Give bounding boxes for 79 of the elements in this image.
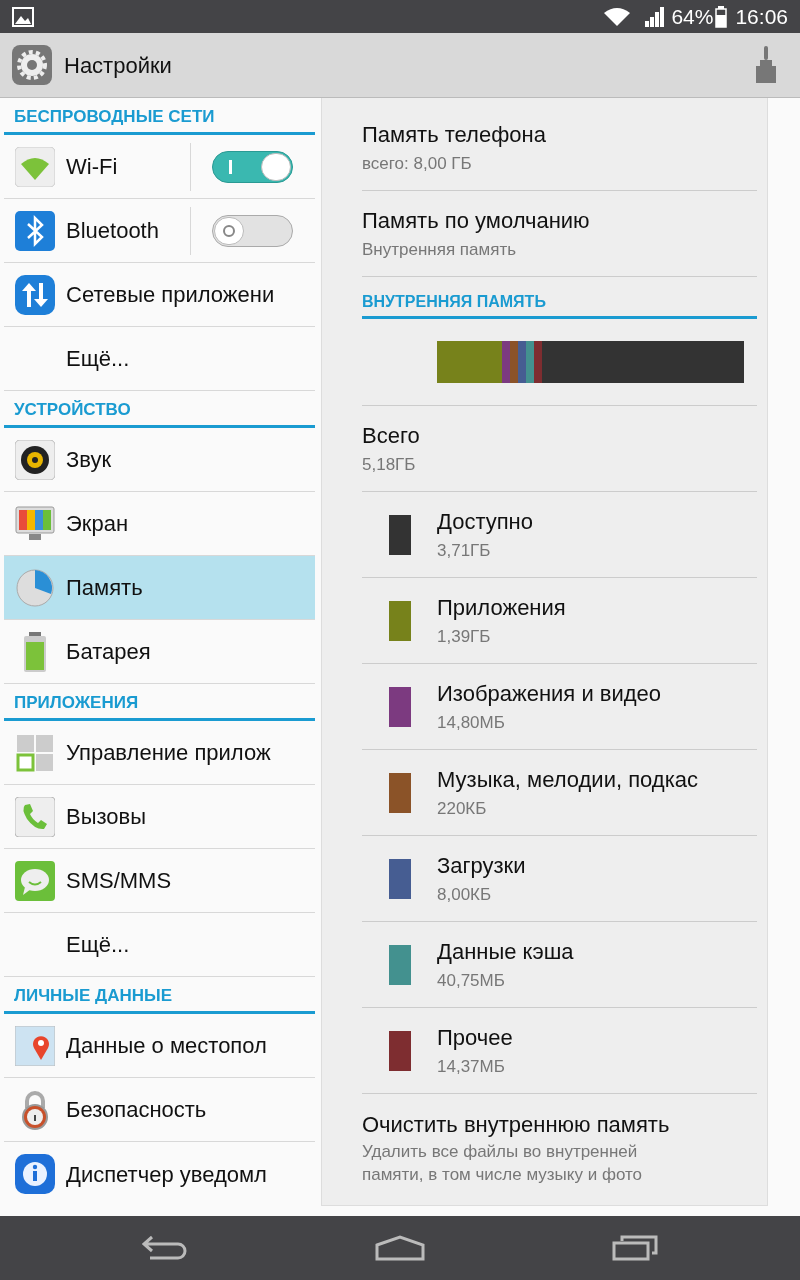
section-header: ПРИЛОЖЕНИЯ bbox=[4, 684, 315, 721]
brush-icon[interactable] bbox=[754, 46, 778, 84]
category-size: 220КБ bbox=[437, 798, 488, 821]
map-pin-icon bbox=[15, 1025, 55, 1066]
toggle-switch[interactable] bbox=[212, 214, 293, 247]
chat-icon bbox=[15, 860, 55, 901]
item-label: Батарея bbox=[66, 638, 151, 666]
category-name: Прочее bbox=[437, 1024, 513, 1053]
settings-item[interactable]: Bluetooth bbox=[4, 199, 315, 263]
section-header: УСТРОЙСТВО bbox=[4, 391, 315, 428]
item-label: Диспетчер уведомл bbox=[66, 1160, 267, 1189]
image-icon bbox=[12, 6, 34, 27]
settings-item[interactable]: Вызовы bbox=[4, 785, 315, 849]
category-size: 3,71ГБ bbox=[437, 540, 492, 563]
arrows-icon bbox=[15, 274, 55, 315]
item-label: Ещё... bbox=[66, 931, 130, 959]
item-label: Вызовы bbox=[66, 803, 147, 831]
home-icon[interactable] bbox=[375, 1235, 425, 1261]
setting-summary: всего: 8,00 ГБ bbox=[362, 153, 473, 176]
wifi-icon bbox=[603, 6, 632, 27]
section-header: ЛИЧНЫЕ ДАННЫЕ bbox=[4, 977, 315, 1014]
battery-icon bbox=[715, 5, 728, 28]
settings-item[interactable]: Батарея bbox=[4, 620, 315, 684]
item-label: Память bbox=[66, 574, 143, 602]
item-label: Экран bbox=[66, 510, 129, 538]
settings-item[interactable]: Ещё... bbox=[4, 327, 315, 391]
section-header: ВНУТРЕННЯЯ ПАМЯТЬ bbox=[362, 277, 757, 319]
item-label: Управление прилож bbox=[66, 739, 271, 767]
toggle-switch[interactable] bbox=[212, 150, 293, 183]
category-name: Музыка, мелодии, подкас bbox=[437, 766, 698, 795]
info-icon bbox=[15, 1154, 55, 1194]
settings-item[interactable]: Сетевые приложени bbox=[4, 263, 315, 327]
clock: 16:06 bbox=[735, 3, 788, 30]
item-label: Звук bbox=[66, 446, 112, 474]
settings-icon bbox=[12, 45, 52, 85]
item-label: Wi-Fi bbox=[66, 153, 118, 181]
wifi-icon bbox=[15, 146, 55, 187]
pie-chart-icon bbox=[15, 567, 55, 608]
settings-item[interactable]: Безопасность bbox=[4, 1078, 315, 1142]
setting-title: Память по умолчанию bbox=[362, 207, 591, 236]
category-size: 40,75МБ bbox=[437, 970, 506, 993]
category-name: Загрузки bbox=[437, 852, 526, 881]
setting-title: Память телефона bbox=[362, 121, 547, 150]
category-name: Изображения и видео bbox=[437, 680, 662, 709]
back-icon[interactable] bbox=[141, 1235, 188, 1261]
speaker-icon bbox=[15, 439, 55, 480]
item-label: Bluetooth bbox=[66, 217, 159, 245]
app-title: Настройки bbox=[64, 51, 172, 80]
category-size: 14,37МБ bbox=[437, 1056, 506, 1079]
settings-item[interactable]: SMS/MMS bbox=[4, 849, 315, 913]
item-label: Безопасность bbox=[66, 1096, 207, 1124]
battery-level: 64% bbox=[671, 3, 714, 30]
clear-memory-option[interactable]: Очистить внутреннюю память Удалить все файлы во внутренней памяти, в том числе музыку и фото bbox=[362, 1094, 757, 1187]
category-name: Доступно bbox=[437, 508, 533, 537]
category-name: Данные кэша bbox=[437, 938, 574, 967]
item-label: SMS/MMS bbox=[66, 867, 172, 895]
settings-item[interactable]: Диспетчер уведомл bbox=[4, 1142, 315, 1206]
category-size: 8,00КБ bbox=[437, 884, 493, 907]
grid-icon bbox=[15, 732, 55, 773]
total-size: 5,18ГБ bbox=[362, 454, 417, 477]
setting-summary: Внутренняя память bbox=[362, 239, 518, 262]
bluetooth-icon bbox=[15, 210, 55, 251]
settings-item[interactable]: Wi-Fi bbox=[4, 135, 315, 199]
total-label: Всего bbox=[362, 422, 421, 451]
signal-icon bbox=[645, 6, 666, 27]
settings-item[interactable]: Звук bbox=[4, 428, 315, 492]
settings-item[interactable]: Ещё... bbox=[4, 913, 315, 977]
recent-apps-icon[interactable] bbox=[612, 1235, 659, 1261]
item-label: Данные о местопол bbox=[66, 1032, 267, 1060]
category-size: 14,80МБ bbox=[437, 712, 506, 735]
settings-item[interactable]: Память bbox=[4, 556, 315, 620]
item-label: Ещё... bbox=[66, 345, 130, 373]
settings-item[interactable]: Данные о местопол bbox=[4, 1014, 315, 1078]
category-size: 1,39ГБ bbox=[437, 626, 492, 649]
category-name: Приложения bbox=[437, 594, 566, 623]
section-header: БЕСПРОВОДНЫЕ СЕТИ bbox=[4, 98, 315, 135]
item-label: Сетевые приложени bbox=[66, 281, 275, 309]
phone-icon bbox=[15, 796, 55, 837]
settings-item[interactable]: Управление прилож bbox=[4, 721, 315, 785]
